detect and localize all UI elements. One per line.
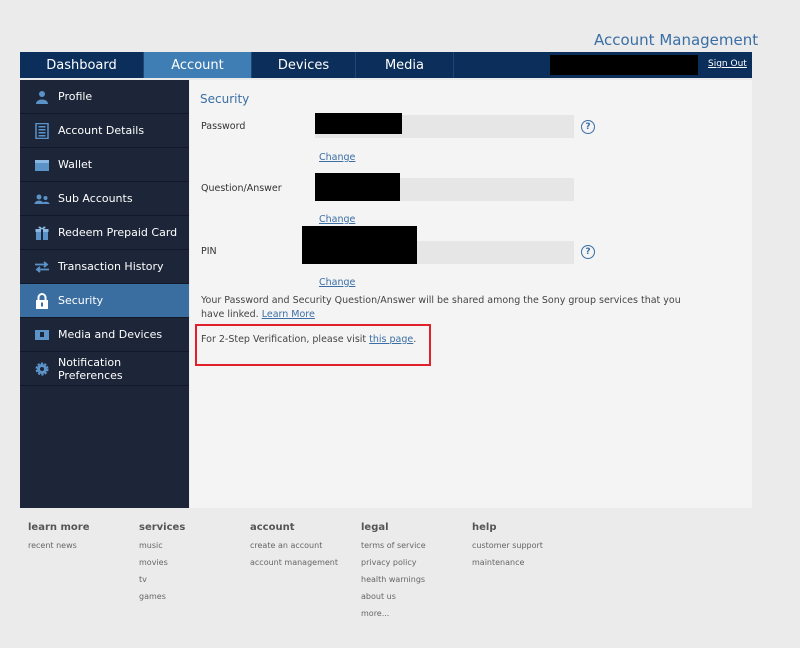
redacted-question-answer <box>315 173 400 201</box>
footer: learn more recent news services music mo… <box>28 522 583 626</box>
sidebar-item-security[interactable]: Security <box>20 284 189 318</box>
lock-icon <box>34 292 50 309</box>
transfer-icon <box>34 259 50 275</box>
footer-heading: learn more <box>28 522 90 533</box>
sidebar-item-label: Wallet <box>58 158 93 171</box>
footer-link-more[interactable]: more... <box>361 609 472 618</box>
footer-column-learn-more: learn more recent news <box>28 522 139 626</box>
sidebar-item-media-and-devices[interactable]: Media and Devices <box>20 318 189 352</box>
sidebar-item-label: Account Details <box>58 124 145 137</box>
sign-out-link[interactable]: Sign Out <box>708 59 747 69</box>
sidebar-item-label: Redeem Prepaid Card <box>58 226 178 239</box>
redacted-password <box>315 113 402 134</box>
sidebar-item-notification-preferences[interactable]: Notification Preferences <box>20 352 189 386</box>
footer-link-account-management[interactable]: account management <box>250 558 361 567</box>
footer-link-tv[interactable]: tv <box>139 575 250 584</box>
footer-link-create-account[interactable]: create an account <box>250 541 361 550</box>
section-title: Security <box>200 92 250 106</box>
sidebar-item-label: Media and Devices <box>58 328 163 341</box>
footer-link-health-warnings[interactable]: health warnings <box>361 575 472 584</box>
redacted-pin <box>302 226 417 264</box>
gift-icon <box>34 225 50 241</box>
footer-link-music[interactable]: music <box>139 541 250 550</box>
footer-heading: services <box>139 522 186 533</box>
tab-account[interactable]: Account <box>144 52 252 78</box>
device-icon <box>34 327 50 343</box>
learn-more-link[interactable]: Learn More <box>262 309 315 320</box>
document-icon <box>34 122 50 139</box>
footer-link-maintenance[interactable]: maintenance <box>472 558 583 567</box>
people-icon <box>34 191 50 207</box>
pin-help-icon[interactable]: ? <box>581 245 595 259</box>
wallet-icon <box>34 157 50 173</box>
sidebar-item-label: Sub Accounts <box>58 192 133 205</box>
sidebar-item-transaction-history[interactable]: Transaction History <box>20 250 189 284</box>
person-icon <box>34 89 50 105</box>
footer-link-customer-support[interactable]: customer support <box>472 541 583 550</box>
footer-link-recent-news[interactable]: recent news <box>28 541 139 550</box>
change-question-answer-link[interactable]: Change <box>319 214 355 225</box>
change-password-link[interactable]: Change <box>319 152 355 163</box>
footer-heading: help <box>472 522 497 533</box>
sidebar-item-label: Notification Preferences <box>57 355 123 382</box>
footer-column-legal: legal terms of service privacy policy he… <box>361 522 472 626</box>
password-label: Password <box>201 121 246 132</box>
sidebar: Profile Account Details Wallet Sub Accou… <box>20 80 189 508</box>
page-title: Account Management <box>594 31 759 49</box>
footer-link-privacy-policy[interactable]: privacy policy <box>361 558 472 567</box>
sidebar-item-wallet[interactable]: Wallet <box>20 148 189 182</box>
tab-dashboard[interactable]: Dashboard <box>20 52 144 78</box>
footer-column-account: account create an account account manage… <box>250 522 361 626</box>
highlight-box <box>195 324 431 366</box>
sidebar-item-account-details[interactable]: Account Details <box>20 114 189 148</box>
change-pin-link[interactable]: Change <box>319 277 355 288</box>
footer-link-terms-of-service[interactable]: terms of service <box>361 541 472 550</box>
tab-devices[interactable]: Devices <box>252 52 356 78</box>
sidebar-item-label: Transaction History <box>58 260 164 273</box>
tab-media[interactable]: Media <box>356 52 454 78</box>
footer-column-services: services music movies tv games <box>139 522 250 626</box>
sidebar-item-redeem-prepaid-card[interactable]: Redeem Prepaid Card <box>20 216 189 250</box>
sidebar-item-sub-accounts[interactable]: Sub Accounts <box>20 182 189 216</box>
footer-link-games[interactable]: games <box>139 592 250 601</box>
redacted-username <box>550 55 698 75</box>
footer-link-movies[interactable]: movies <box>139 558 250 567</box>
question-answer-label: Question/Answer <box>201 183 282 194</box>
gear-icon <box>34 361 50 377</box>
footer-heading: legal <box>361 522 389 533</box>
footer-heading: account <box>250 522 295 533</box>
security-panel: Security Password ? Change Question/Answ… <box>190 80 752 508</box>
sidebar-item-label: Security <box>58 294 104 307</box>
footer-column-help: help customer support maintenance <box>472 522 583 626</box>
pin-label: PIN <box>201 246 217 257</box>
shared-services-notice: Your Password and Security Question/Answ… <box>201 294 701 322</box>
password-help-icon[interactable]: ? <box>581 120 595 134</box>
top-navigation: Dashboard Account Devices Media Sign Out <box>20 52 752 78</box>
footer-link-about-us[interactable]: about us <box>361 592 472 601</box>
sidebar-item-profile[interactable]: Profile <box>20 80 189 114</box>
sidebar-item-label: Profile <box>58 90 93 103</box>
